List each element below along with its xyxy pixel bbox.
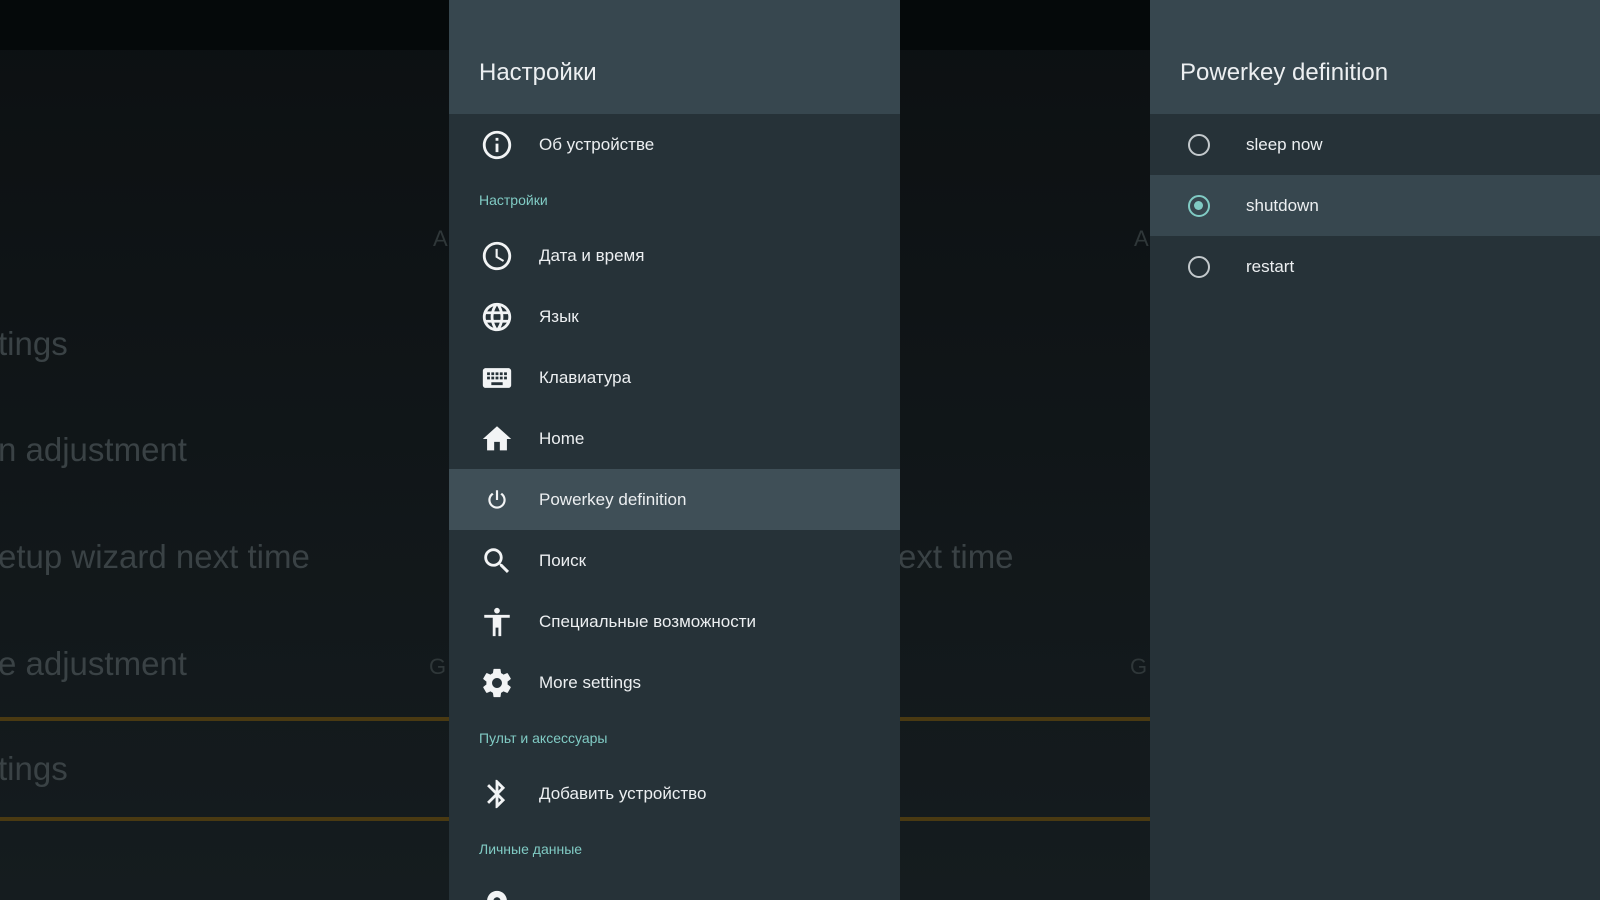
powerkey-header: Powerkey definition [1150,0,1600,114]
powerkey-title: Powerkey definition [1180,59,1389,86]
menu-item-accessibility[interactable]: Специальные возможности [449,591,900,652]
menu-item-label: Клавиатура [539,367,632,387]
option-sleep-now[interactable]: sleep now [1150,114,1600,175]
location-icon [479,887,515,900]
background-fragment: ext time [898,538,1014,575]
option-restart[interactable]: restart [1150,236,1600,297]
menu-item-language[interactable]: Язык [449,286,900,347]
bluetooth-icon [479,776,515,812]
background-line-1: tings [0,325,68,362]
search-icon [479,543,515,579]
clock-icon [479,238,515,274]
background-line-3: etup wizard next time [0,538,310,575]
background-line-4: e adjustment [0,645,187,682]
menu-item-home[interactable]: Home [449,408,900,469]
menu-item-label: Дата и время [539,245,645,265]
background-divider [0,817,450,821]
menu-item-label: Home [539,428,585,448]
menu-item-personal-partial[interactable] [449,874,900,900]
gear-icon [479,665,515,701]
background-edge-g: G [429,654,447,679]
menu-item-label: Powerkey definition [539,489,687,509]
power-icon [479,482,515,518]
menu-item-date-time[interactable]: Дата и время [449,225,900,286]
settings-list: Об устройстве Настройки Дата и время Язы… [449,114,900,900]
option-shutdown[interactable]: shutdown [1150,175,1600,236]
background-line-2: n adjustment [0,431,187,468]
powerkey-panel: Powerkey definition sleep now shutdown r… [1150,0,1600,900]
menu-item-more-settings[interactable]: More settings [449,652,900,713]
menu-item-keyboard[interactable]: Клавиатура [449,347,900,408]
home-icon [479,421,515,457]
option-label: shutdown [1246,195,1319,215]
radio-checked[interactable] [1188,194,1210,217]
background-edge-a-2: A [1134,226,1149,251]
menu-item-search[interactable]: Поиск [449,530,900,591]
background-line-5: tings [0,750,68,787]
background-divider [0,717,450,721]
accessibility-icon [479,604,515,640]
background-divider [900,817,1150,821]
background-edge-g-2: G [1130,654,1148,679]
menu-item-label: Специальные возможности [539,611,757,631]
settings-title: Настройки [479,59,597,86]
option-label: restart [1246,256,1295,276]
section-header-remote: Пульт и аксессуары [479,730,608,746]
background-divider [900,717,1150,721]
menu-item-label: Язык [539,306,579,326]
menu-item-label: Добавить устройство [539,783,707,803]
section-header-settings: Настройки [479,192,548,208]
info-icon [479,127,515,163]
globe-icon [479,299,515,335]
menu-item-label: Об устройстве [539,134,655,154]
menu-item-label: Поиск [539,550,587,570]
keyboard-icon [479,360,515,396]
menu-item-label: More settings [539,672,642,692]
menu-item-about[interactable]: Об устройстве [449,114,900,175]
menu-item-powerkey-definition[interactable]: Powerkey definition [449,469,900,530]
radio-unchecked[interactable] [1188,133,1210,156]
settings-header: Настройки [449,0,900,114]
radio-unchecked[interactable] [1188,255,1210,278]
section-header-personal: Личные данные [479,841,583,857]
settings-panel: Настройки Об устройстве Настройки Дата и… [449,0,900,900]
menu-item-add-device[interactable]: Добавить устройство [449,763,900,824]
option-label: sleep now [1246,134,1323,154]
background-edge-a: A [433,226,448,251]
